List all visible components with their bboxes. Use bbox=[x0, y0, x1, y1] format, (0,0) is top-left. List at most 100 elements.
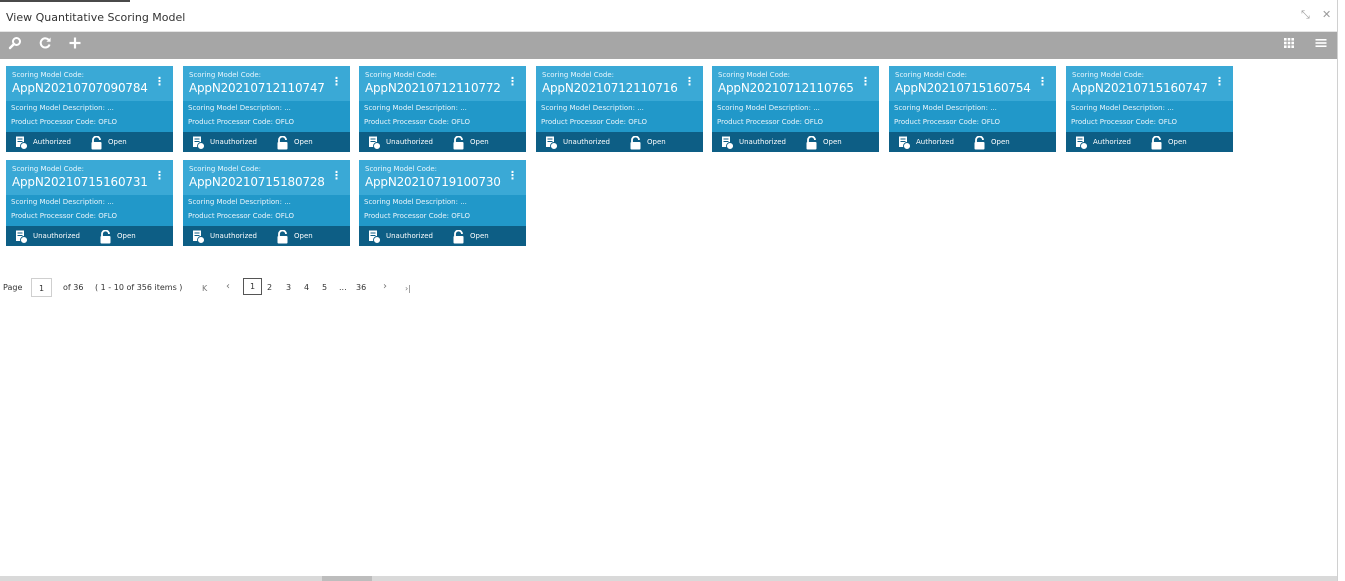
card-header: Scoring Model Code: AppN20210715160754 ⋮ bbox=[889, 66, 1056, 101]
authorization-status: Unauthorized bbox=[33, 232, 80, 240]
card-body: Scoring Model Description: ... Product Pr… bbox=[359, 195, 526, 226]
page-link[interactable]: 2 bbox=[267, 283, 272, 292]
ppc-label: Product Processor Code: bbox=[717, 118, 803, 126]
more-options-icon[interactable]: ⋮ bbox=[1037, 74, 1048, 90]
page-link-last[interactable]: 36 bbox=[356, 283, 366, 292]
page-link[interactable]: 3 bbox=[286, 283, 291, 292]
card-body: Scoring Model Description: ... Product Pr… bbox=[889, 101, 1056, 132]
record-status: Open bbox=[470, 232, 489, 240]
unlock-icon bbox=[973, 135, 986, 150]
page-link[interactable]: 4 bbox=[304, 283, 309, 292]
card-header: Scoring Model Code: AppN20210719100730 ⋮ bbox=[359, 160, 526, 195]
next-page-icon[interactable]: › bbox=[383, 281, 387, 293]
card-body: Scoring Model Description: ... Product Pr… bbox=[6, 195, 173, 226]
product-processor-code: Product Processor Code: OFLO bbox=[894, 118, 1000, 126]
card-header: Scoring Model Code: AppN20210712110765 ⋮ bbox=[712, 66, 879, 101]
ppc-label: Product Processor Code: bbox=[364, 212, 450, 220]
scoring-model-card[interactable]: Scoring Model Code: AppN20210715160731 ⋮ Sc… bbox=[6, 160, 173, 246]
product-processor-code: Product Processor Code: OFLO bbox=[717, 118, 823, 126]
card-footer: Unauthorized Open bbox=[536, 132, 703, 152]
ppc-label: Product Processor Code: bbox=[894, 118, 980, 126]
list-view-icon[interactable] bbox=[1312, 36, 1330, 54]
more-options-icon[interactable]: ⋮ bbox=[331, 74, 342, 90]
record-status: Open bbox=[647, 138, 666, 146]
unlock-icon bbox=[452, 135, 465, 150]
close-icon[interactable]: ✕ bbox=[1322, 9, 1331, 21]
unauthorized-icon bbox=[15, 229, 28, 244]
scoring-model-description: Scoring Model Description: ... bbox=[717, 104, 820, 112]
scoring-model-card[interactable]: Scoring Model Code: AppN20210715160747 ⋮ Sc… bbox=[1066, 66, 1233, 152]
more-options-icon[interactable]: ⋮ bbox=[331, 168, 342, 184]
first-page-icon[interactable]: K bbox=[202, 283, 207, 295]
scoring-model-code: AppN20210712110747 bbox=[189, 81, 325, 95]
more-options-icon[interactable]: ⋮ bbox=[860, 74, 871, 90]
ppc-value: OFLO bbox=[275, 212, 294, 220]
grid-view-icon[interactable] bbox=[1280, 36, 1298, 54]
more-options-icon[interactable]: ⋮ bbox=[154, 74, 165, 90]
more-options-icon[interactable]: ⋮ bbox=[507, 168, 518, 184]
scrollbar-thumb[interactable] bbox=[322, 576, 372, 581]
page-ellipsis[interactable]: ... bbox=[339, 283, 347, 292]
page-link-current[interactable]: 1 bbox=[243, 278, 262, 295]
add-icon[interactable] bbox=[66, 36, 84, 54]
record-status: Open bbox=[991, 138, 1010, 146]
unlock-icon bbox=[276, 229, 289, 244]
authorized-icon bbox=[1075, 135, 1088, 150]
scoring-model-card[interactable]: Scoring Model Code: AppN20210707090784 ⋮ Sc… bbox=[6, 66, 173, 152]
horizontal-scrollbar[interactable] bbox=[0, 576, 1338, 581]
card-footer: Authorized Open bbox=[6, 132, 173, 152]
ppc-label: Product Processor Code: bbox=[541, 118, 627, 126]
scoring-model-code-label: Scoring Model Code: bbox=[542, 71, 615, 79]
authorization-status: Unauthorized bbox=[563, 138, 610, 146]
scoring-model-description: Scoring Model Description: ... bbox=[188, 104, 291, 112]
last-page-icon[interactable]: ›| bbox=[405, 283, 411, 295]
more-options-icon[interactable]: ⋮ bbox=[154, 168, 165, 184]
scoring-model-code-label: Scoring Model Code: bbox=[189, 71, 262, 79]
pagination: Page 1 of 36 ( 1 - 10 of 356 items ) K ‹… bbox=[0, 277, 600, 297]
product-processor-code: Product Processor Code: OFLO bbox=[11, 118, 117, 126]
scoring-model-description: Scoring Model Description: ... bbox=[188, 198, 291, 206]
ppc-value: OFLO bbox=[451, 118, 470, 126]
more-options-icon[interactable]: ⋮ bbox=[1214, 74, 1225, 90]
unauthorized-icon bbox=[368, 229, 381, 244]
scoring-model-code-label: Scoring Model Code: bbox=[1072, 71, 1145, 79]
more-options-icon[interactable]: ⋮ bbox=[684, 74, 695, 90]
page-label: Page bbox=[3, 283, 23, 292]
authorization-status: Authorized bbox=[1093, 138, 1131, 146]
authorization-status: Unauthorized bbox=[386, 232, 433, 240]
scoring-model-code-label: Scoring Model Code: bbox=[895, 71, 968, 79]
unlock-icon bbox=[805, 135, 818, 150]
scoring-model-card[interactable]: Scoring Model Code: AppN20210715180728 ⋮ Sc… bbox=[183, 160, 350, 246]
scoring-model-code: AppN20210712110765 bbox=[718, 81, 854, 95]
scoring-model-card[interactable]: Scoring Model Code: AppN20210712110765 ⋮ Sc… bbox=[712, 66, 879, 152]
authorization-status: Unauthorized bbox=[210, 138, 257, 146]
scoring-model-card[interactable]: Scoring Model Code: AppN20210712110772 ⋮ Sc… bbox=[359, 66, 526, 152]
page-number-input[interactable]: 1 bbox=[31, 278, 52, 297]
more-options-icon[interactable]: ⋮ bbox=[507, 74, 518, 90]
card-body: Scoring Model Description: ... Product Pr… bbox=[183, 195, 350, 226]
card-body: Scoring Model Description: ... Product Pr… bbox=[183, 101, 350, 132]
unlock-icon bbox=[276, 135, 289, 150]
card-footer: Unauthorized Open bbox=[183, 226, 350, 246]
minimize-icon[interactable]: ⤡ bbox=[1301, 9, 1310, 21]
ppc-value: OFLO bbox=[628, 118, 647, 126]
search-icon[interactable] bbox=[6, 36, 24, 54]
scoring-model-card[interactable]: Scoring Model Code: AppN20210719100730 ⋮ Sc… bbox=[359, 160, 526, 246]
unauthorized-icon bbox=[545, 135, 558, 150]
unauthorized-icon bbox=[192, 229, 205, 244]
unlock-icon bbox=[452, 229, 465, 244]
scoring-model-card[interactable]: Scoring Model Code: AppN20210712110716 ⋮ Sc… bbox=[536, 66, 703, 152]
refresh-icon[interactable] bbox=[36, 36, 54, 54]
authorization-status: Unauthorized bbox=[386, 138, 433, 146]
prev-page-icon[interactable]: ‹ bbox=[226, 281, 230, 293]
card-footer: Unauthorized Open bbox=[359, 226, 526, 246]
product-processor-code: Product Processor Code: OFLO bbox=[188, 118, 294, 126]
record-status: Open bbox=[117, 232, 136, 240]
scoring-model-code-label: Scoring Model Code: bbox=[718, 71, 791, 79]
scoring-model-card[interactable]: Scoring Model Code: AppN20210715160754 ⋮ Sc… bbox=[889, 66, 1056, 152]
page-link[interactable]: 5 bbox=[322, 283, 327, 292]
scoring-model-card[interactable]: Scoring Model Code: AppN20210712110747 ⋮ Sc… bbox=[183, 66, 350, 152]
ppc-value: OFLO bbox=[804, 118, 823, 126]
ppc-value: OFLO bbox=[98, 212, 117, 220]
card-footer: Authorized Open bbox=[1066, 132, 1233, 152]
